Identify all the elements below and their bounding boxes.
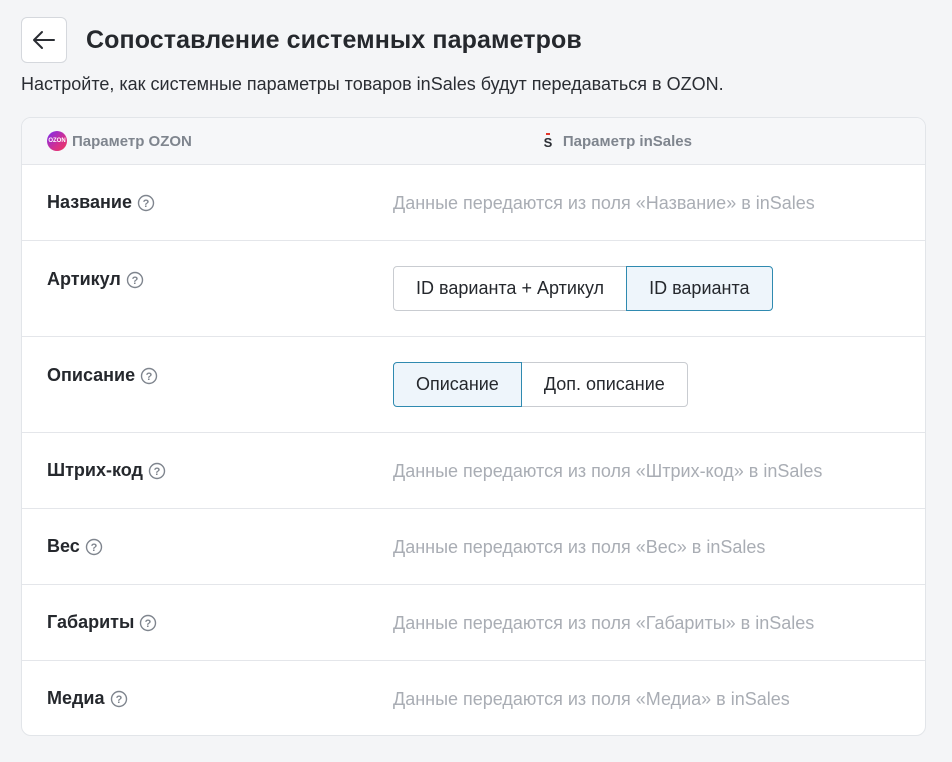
svg-text:?: ? (90, 542, 97, 554)
param-label: Название ? (47, 192, 155, 213)
description-source-toggle: Описание Доп. описание (393, 362, 688, 407)
column-header-ozon-label: Параметр OZON (72, 132, 192, 150)
svg-text:?: ? (143, 198, 150, 210)
column-header-ozon: OZON Параметр OZON (47, 131, 192, 151)
column-header-insales: S Параметр inSales (538, 133, 692, 150)
option-variant-id[interactable]: ID варианта (626, 266, 773, 311)
ozon-logo-icon: OZON (47, 131, 67, 151)
page-subtitle: Настройте, как системные параметры товар… (21, 74, 724, 94)
param-row-name: Название ? Данные передаются из поля «На… (22, 164, 925, 240)
svg-text:?: ? (154, 466, 161, 478)
param-row-media: Медиа ? Данные передаются из поля «Медиа… (22, 660, 925, 735)
question-circle-icon[interactable]: ? (139, 614, 157, 632)
param-hint: Данные передаются из поля «Габариты» в i… (393, 613, 815, 633)
option-variant-id-plus-sku[interactable]: ID варианта + Артикул (393, 266, 628, 311)
param-hint: Данные передаются из поля «Название» в i… (393, 193, 815, 213)
params-table: OZON Параметр OZON S Параметр inSales На… (21, 117, 926, 736)
table-header: OZON Параметр OZON S Параметр inSales (22, 118, 925, 164)
back-button[interactable] (21, 17, 67, 63)
question-circle-icon[interactable]: ? (85, 538, 103, 556)
param-row-sku: Артикул ? ID варианта + Артикул ID вариа… (22, 240, 925, 336)
question-circle-icon[interactable]: ? (140, 367, 158, 385)
param-label-text: Габариты (47, 612, 135, 632)
insales-logo-icon: S (544, 133, 553, 149)
param-label: Медиа ? (47, 688, 128, 709)
page-title: Сопоставление системных параметров (86, 25, 582, 54)
column-header-insales-label: Параметр inSales (562, 132, 692, 150)
param-hint: Данные передаются из поля «Штрих-код» в … (393, 461, 823, 481)
option-description[interactable]: Описание (393, 362, 522, 407)
param-label: Артикул ? (47, 269, 144, 290)
svg-text:?: ? (145, 618, 152, 630)
param-label-text: Штрих-код (47, 460, 143, 480)
param-hint: Данные передаются из поля «Вес» в inSale… (393, 537, 766, 557)
question-circle-icon[interactable]: ? (110, 690, 128, 708)
svg-text:?: ? (146, 371, 153, 383)
svg-text:?: ? (131, 275, 138, 287)
param-label-text: Название (47, 192, 132, 212)
param-hint: Данные передаются из поля «Медиа» в inSa… (393, 689, 790, 709)
param-label-text: Описание (47, 365, 136, 385)
param-label-text: Вес (47, 536, 80, 556)
question-circle-icon[interactable]: ? (148, 462, 166, 480)
param-row-description: Описание ? Описание Доп. описание (22, 336, 925, 432)
sku-source-toggle: ID варианта + Артикул ID варианта (393, 266, 773, 311)
question-circle-icon[interactable]: ? (126, 271, 144, 289)
arrow-left-icon (33, 31, 55, 49)
param-label: Штрих-код ? (47, 460, 166, 481)
page-header: Сопоставление системных параметров (21, 17, 582, 63)
svg-text:S: S (544, 135, 553, 149)
param-label: Вес ? (47, 536, 103, 557)
param-row-weight: Вес ? Данные передаются из поля «Вес» в … (22, 508, 925, 584)
param-row-dimensions: Габариты ? Данные передаются из поля «Га… (22, 584, 925, 660)
param-row-barcode: Штрих-код ? Данные передаются из поля «Ш… (22, 432, 925, 508)
question-circle-icon[interactable]: ? (137, 194, 155, 212)
param-label: Описание ? (47, 365, 158, 386)
param-label-text: Медиа (47, 688, 105, 708)
param-label: Габариты ? (47, 612, 157, 633)
option-extra-description[interactable]: Доп. описание (520, 362, 688, 407)
svg-text:?: ? (115, 694, 122, 706)
param-label-text: Артикул (47, 269, 121, 289)
